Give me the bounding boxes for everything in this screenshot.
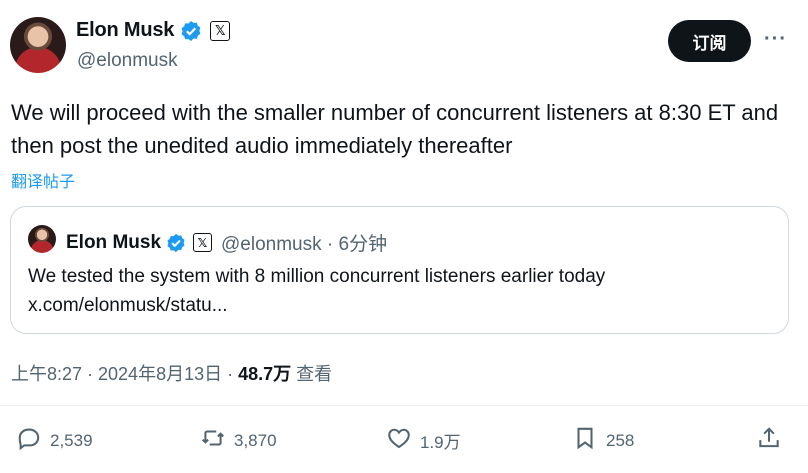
views-label: 查看 xyxy=(291,364,333,384)
author-avatar[interactable] xyxy=(10,17,66,73)
share-icon xyxy=(756,425,782,456)
heart-icon xyxy=(386,425,412,456)
repost-icon xyxy=(200,425,226,456)
quoted-author-avatar xyxy=(28,225,56,253)
translate-post-link[interactable]: 翻译帖子 xyxy=(11,168,75,192)
repost-button[interactable]: 3,870 xyxy=(200,425,277,456)
like-button[interactable]: 1.9万 xyxy=(386,425,461,456)
author-name-row: Elon Musk 𝕏 xyxy=(76,19,231,42)
x-affiliate-badge-icon: 𝕏 xyxy=(210,20,231,41)
reply-icon xyxy=(16,425,42,456)
reply-count: 2,539 xyxy=(50,430,93,450)
more-options-icon[interactable]: ··· xyxy=(764,28,787,51)
bookmark-icon xyxy=(572,425,598,456)
author-handle[interactable]: @elonmusk xyxy=(77,50,178,72)
divider xyxy=(0,405,808,406)
like-count: 1.9万 xyxy=(420,433,461,452)
subscribe-button[interactable]: 订阅 xyxy=(668,20,751,62)
reply-button[interactable]: 2,539 xyxy=(16,425,93,456)
x-affiliate-badge-icon: 𝕏 xyxy=(193,233,213,252)
repost-count: 3,870 xyxy=(234,430,277,450)
timestamp[interactable]: 上午8:27 · 2024年8月13日 · xyxy=(11,364,238,384)
author-name[interactable]: Elon Musk xyxy=(76,19,174,42)
quoted-text-line: We tested the system with 8 million conc… xyxy=(28,266,606,287)
verified-badge-icon xyxy=(180,20,202,42)
timestamp-views: 上午8:27 · 2024年8月13日 · 48.7万 查看 xyxy=(11,360,332,386)
quoted-handle-time: @elonmusk · 6分钟 xyxy=(221,234,388,255)
verified-badge-icon xyxy=(166,233,186,253)
quoted-author-row: Elon Musk 𝕏 @elonmusk · 6分钟 xyxy=(66,229,387,256)
bookmark-count: 258 xyxy=(606,430,635,450)
quoted-link[interactable]: x.com/elonmusk/statu... xyxy=(28,291,768,320)
bookmark-button[interactable]: 258 xyxy=(572,425,634,456)
quoted-author-name: Elon Musk xyxy=(66,231,162,253)
view-count: 48.7万 xyxy=(238,364,292,384)
share-button[interactable] xyxy=(756,425,782,456)
tweet-text: We will proceed with the smaller number … xyxy=(11,100,779,158)
quoted-tweet-text: We tested the system with 8 million conc… xyxy=(28,262,768,320)
